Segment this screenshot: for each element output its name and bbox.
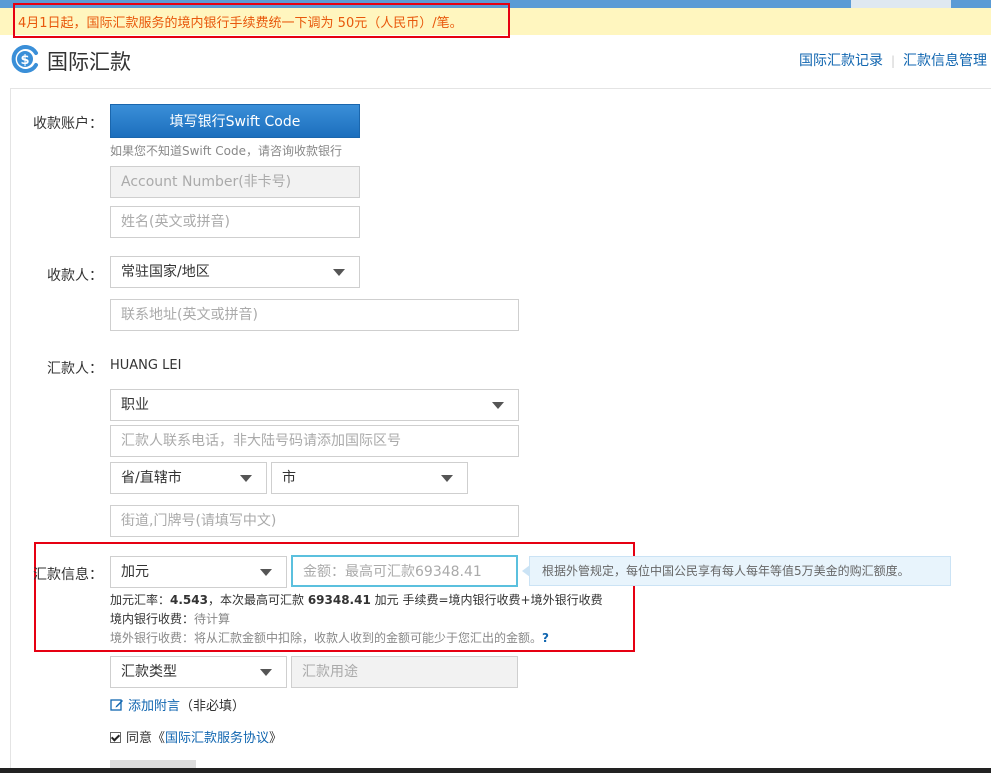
foreign-fee-line: 境外银行收费：将从汇款金额中扣除，收款人收到的金额可能少于您汇出的金额。? [110, 629, 549, 646]
exchange-rate-line: 加元汇率：4.543，本次最高可汇款 69348.41 加元 手续费=境内银行收… [110, 591, 603, 608]
agreement-row: 同意《国际汇款服务协议》 [110, 727, 282, 746]
payee-label: 收款人： [47, 268, 103, 284]
country-select[interactable]: 常驻国家/地区 [110, 256, 360, 288]
remitter-label: 汇款人： [47, 361, 103, 377]
domestic-fee-label: 境内银行收费： [110, 612, 195, 626]
account-number-input[interactable]: Account Number(非卡号) [110, 166, 360, 198]
agreement-prefix: 同意 [126, 731, 153, 746]
remitter-name: HUANG LEI [110, 358, 182, 373]
swift-code-button[interactable]: 填写银行Swift Code [110, 104, 360, 138]
chevron-down-icon [240, 475, 252, 482]
remit-purpose-input[interactable]: 汇款用途 [291, 656, 518, 688]
remittance-info-manage-link[interactable]: 汇款信息管理 [903, 53, 987, 69]
remitter-phone-input[interactable]: 汇款人联系电话，非大陆号码请添加国际区号 [110, 425, 519, 457]
quota-tip: 根据外管规定，每位中国公民享有每人每年等值5万美金的购汇额度。 [522, 556, 951, 586]
domestic-fee-value: 待计算 [194, 612, 231, 626]
add-note-link[interactable]: 添加附言 [128, 699, 180, 714]
currency-select-value: 加元 [121, 564, 149, 580]
remit-type-select-value: 汇款类型 [121, 664, 177, 680]
street-address-input[interactable]: 街道,门牌号(请填写中文) [110, 505, 519, 537]
help-icon[interactable]: ? [542, 631, 549, 645]
country-select-value: 常驻国家/地区 [121, 264, 210, 280]
submit-button-partial[interactable] [110, 760, 196, 768]
add-note-row: 添加附言（非必填） [110, 695, 245, 716]
max-amount-value: 69348.41 [307, 593, 371, 607]
svg-text:$: $ [20, 53, 29, 68]
rate-prefix: 加元汇率： [110, 593, 171, 607]
remittance-records-link[interactable]: 国际汇款记录 [799, 53, 883, 69]
payee-name-input[interactable]: 姓名(英文或拼音) [110, 206, 360, 238]
top-strip-tab [851, 0, 951, 8]
chevron-down-icon [333, 269, 345, 276]
currency-select[interactable]: 加元 [110, 556, 287, 588]
domestic-fee-line: 境内银行收费：待计算 [110, 610, 230, 627]
page-title: 国际汇款 [47, 50, 131, 74]
remit-info-label: 汇款信息： [33, 567, 103, 583]
highlight-box-notice [13, 3, 510, 38]
agreement-close-quote: 》 [269, 731, 283, 746]
link-separator: | [890, 54, 895, 68]
province-select[interactable]: 省/直辖市 [110, 462, 267, 494]
province-select-value: 省/直辖市 [121, 470, 182, 486]
occupation-select-value: 职业 [121, 397, 149, 413]
agreement-link[interactable]: 国际汇款服务协议 [165, 731, 269, 746]
header-links: 国际汇款记录 | 汇款信息管理 [799, 50, 987, 70]
edit-icon [110, 698, 124, 716]
swift-hint: 如果您不知道Swift Code，请咨询收款银行 [110, 144, 343, 158]
rate-mid: ，本次最高可汇款 [207, 593, 308, 607]
chevron-down-icon [492, 402, 504, 409]
chevron-down-icon [260, 569, 272, 576]
payee-address-input[interactable]: 联系地址(英文或拼音) [110, 299, 519, 331]
remit-type-select[interactable]: 汇款类型 [110, 656, 287, 688]
payee-account-label: 收款账户： [33, 116, 103, 132]
foreign-fee-text: 境外银行收费：将从汇款金额中扣除，收款人收到的金额可能少于您汇出的金额。 [110, 631, 543, 645]
chevron-down-icon [441, 475, 453, 482]
chevron-down-icon [260, 669, 272, 676]
bottom-bar [0, 768, 991, 773]
city-select[interactable]: 市 [271, 462, 468, 494]
checkbox-icon[interactable] [110, 732, 121, 743]
city-select-value: 市 [282, 470, 296, 486]
dollar-icon: $ [10, 45, 40, 73]
rate-value: 4.543 [170, 593, 208, 607]
amount-input[interactable]: 金额：最高可汇款69348.41 [291, 555, 518, 587]
agreement-open-quote: 《 [152, 731, 166, 746]
rate-suffix: 加元 手续费=境内银行收费+境外银行收费 [370, 593, 603, 607]
add-note-suffix: （非必填） [180, 699, 246, 714]
occupation-select[interactable]: 职业 [110, 389, 519, 421]
